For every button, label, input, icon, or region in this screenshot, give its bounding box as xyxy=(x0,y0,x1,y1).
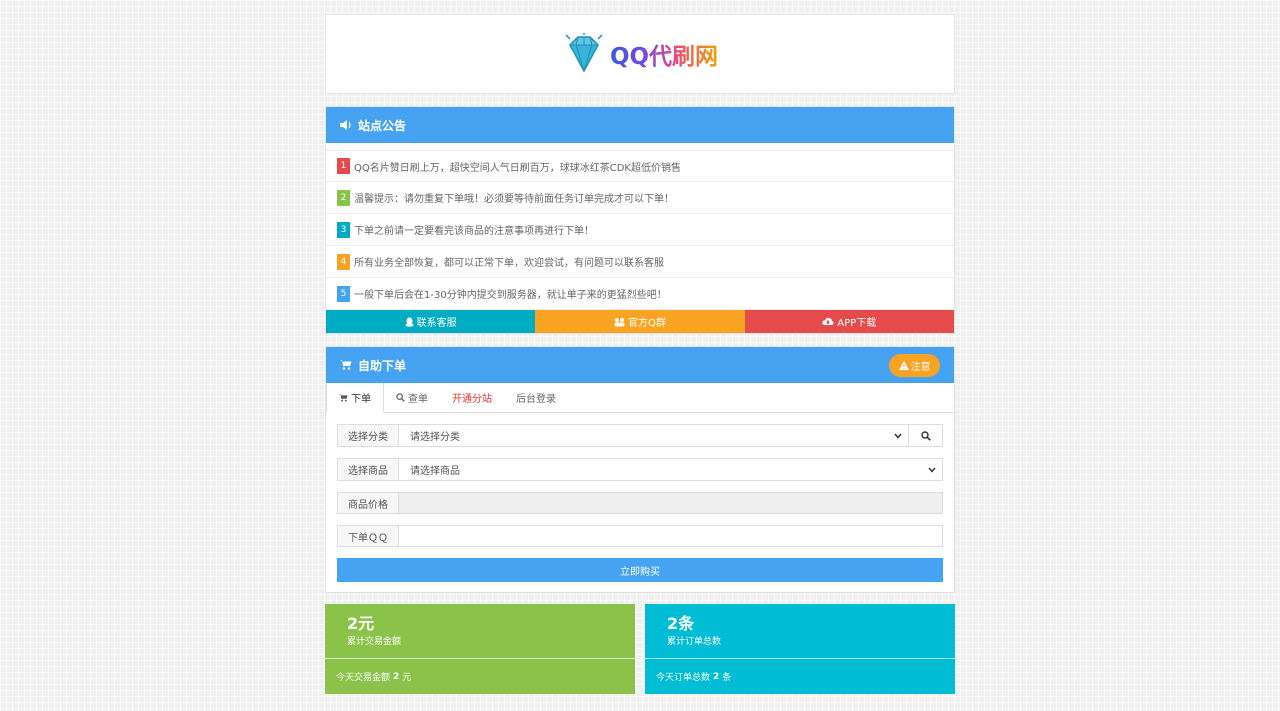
today-orders-value: 2 xyxy=(713,671,720,682)
product-select-value: 请选择商品 xyxy=(410,466,460,477)
site-logo-text: QQ代刷网 xyxy=(610,37,718,71)
notice-panel: 站点公告 1 QQ名片赞日刷上万，超快空间人气日刷百万，球球冰红茶CDK超低价销… xyxy=(325,106,955,334)
warning-icon xyxy=(898,361,909,370)
notice-button-row: 联系客服 官方Q群 APP下载 xyxy=(326,310,954,333)
tab-query-order[interactable]: 查单 xyxy=(384,383,440,412)
notice-number-badge: 1 xyxy=(337,158,350,174)
header-panel: QQ代刷网 xyxy=(325,14,955,94)
app-download-label: APP下载 xyxy=(837,318,877,329)
category-label: 选择分类 xyxy=(338,425,399,446)
order-header: 自助下单 注意 xyxy=(326,347,954,383)
tab-place-order-label: 下单 xyxy=(351,394,371,405)
price-row: 商品价格 xyxy=(337,492,943,514)
official-qq-group-button[interactable]: 官方Q群 xyxy=(535,310,745,333)
product-select[interactable]: 请选择商品 xyxy=(399,459,942,480)
chevron-down-icon xyxy=(894,433,902,439)
qq-row: 下单ＱＱ xyxy=(337,525,943,547)
tab-admin-login[interactable]: 后台登录 xyxy=(504,383,568,412)
notice-text: QQ名片赞日刷上万，超快空间人气日刷百万，球球冰红茶CDK超低价销售 xyxy=(354,162,681,174)
cloud-download-icon xyxy=(822,317,834,325)
order-form: 选择分类 请选择分类 选择商品 请选择商品 商品价格 下单ＱＱ 立即购买 xyxy=(326,413,954,592)
notice-header: 站点公告 xyxy=(326,107,954,143)
notice-list: 1 QQ名片赞日刷上万，超快空间人气日刷百万，球球冰红茶CDK超低价销售 2 温… xyxy=(326,150,954,310)
notice-item: 5 一般下单后会在1-30分钟内提交到服务器，就让单子来的更猛烈些吧！ xyxy=(326,278,954,310)
total-orders-label: 累计订单总数 xyxy=(667,637,722,647)
qq-penguin-icon xyxy=(405,316,414,327)
shopping-cart-icon xyxy=(340,360,352,370)
price-field xyxy=(399,493,942,513)
total-amount-top: 2元 累计交易金额 xyxy=(325,604,635,659)
total-amount-card: 2元 累计交易金额 今天交易金额 2 元 xyxy=(325,604,635,694)
tab-open-substation[interactable]: 开通分站 xyxy=(440,383,504,412)
order-panel: 自助下单 注意 下单 查单 开通分站 后台登录 选择分类 请选择分类 选择商品 … xyxy=(325,346,955,593)
order-tabs: 下单 查单 开通分站 后台登录 xyxy=(326,383,954,413)
stats-row: 2元 累计交易金额 今天交易金额 2 元 2条 累计订单总数 今天订单总数 2 … xyxy=(325,604,955,694)
order-title: 自助下单 xyxy=(358,358,407,373)
today-amount-unit: 元 xyxy=(402,673,412,683)
category-select-value: 请选择分类 xyxy=(410,432,460,443)
notice-item: 2 温馨提示：请勿重复下单哦！必须要等待前面任务订单完成才可以下单！ xyxy=(326,182,954,214)
total-orders-value: 2条 xyxy=(667,614,695,633)
total-amount-label: 累计交易金额 xyxy=(347,637,402,647)
product-row: 选择商品 请选择商品 xyxy=(337,458,943,481)
notice-text: 下单之前请一定要看完该商品的注意事项再进行下单！ xyxy=(354,226,594,237)
diamond-icon xyxy=(565,33,603,73)
notice-text: 一般下单后会在1-30分钟内提交到服务器，就让单子来的更猛烈些吧！ xyxy=(354,290,667,301)
product-label: 选择商品 xyxy=(338,459,399,480)
search-icon xyxy=(920,430,931,441)
today-amount: 今天交易金额 2 元 xyxy=(325,659,635,694)
today-orders: 今天订单总数 2 条 xyxy=(645,659,955,694)
users-icon xyxy=(614,317,625,326)
today-amount-label: 今天交易金额 xyxy=(336,673,391,683)
site-logo[interactable]: QQ代刷网 xyxy=(562,33,718,75)
notice-number-badge: 5 xyxy=(337,285,350,302)
category-search-button[interactable] xyxy=(908,425,942,446)
qq-input[interactable] xyxy=(399,526,942,546)
chevron-down-icon xyxy=(928,467,936,473)
contact-support-button[interactable]: 联系客服 xyxy=(326,310,536,333)
notice-warning-button[interactable]: 注意 xyxy=(889,354,940,377)
today-orders-label: 今天订单总数 xyxy=(656,673,711,683)
notice-title: 站点公告 xyxy=(358,118,407,133)
notice-number-badge: 4 xyxy=(337,253,350,270)
notice-item: 1 QQ名片赞日刷上万，超快空间人气日刷百万，球球冰红茶CDK超低价销售 xyxy=(326,150,954,182)
notice-text: 所有业务全部恢复，都可以正常下单，欢迎尝试，有问题可以联系客服 xyxy=(354,258,664,269)
today-amount-value: 2 xyxy=(393,671,400,682)
tab-admin-login-label: 后台登录 xyxy=(516,394,556,405)
contact-support-label: 联系客服 xyxy=(416,318,457,329)
category-row: 选择分类 请选择分类 xyxy=(337,424,943,447)
volume-icon xyxy=(340,120,351,130)
tab-place-order[interactable]: 下单 xyxy=(326,383,384,413)
notice-warning-label: 注意 xyxy=(910,362,931,373)
shopping-cart-icon xyxy=(339,393,348,402)
notice-item: 4 所有业务全部恢复，都可以正常下单，欢迎尝试，有问题可以联系客服 xyxy=(326,246,954,278)
notice-item: 3 下单之前请一定要看完该商品的注意事项再进行下单！ xyxy=(326,214,954,246)
notice-number-badge: 2 xyxy=(337,189,350,206)
total-orders-card: 2条 累计订单总数 今天订单总数 2 条 xyxy=(645,604,955,694)
today-orders-unit: 条 xyxy=(722,673,732,683)
notice-text: 温馨提示：请勿重复下单哦！必须要等待前面任务订单完成才可以下单！ xyxy=(354,194,674,205)
notice-number-badge: 3 xyxy=(337,221,350,238)
search-icon xyxy=(396,393,405,402)
qq-label: 下单ＱＱ xyxy=(338,526,399,546)
total-amount-value: 2元 xyxy=(347,614,375,633)
page-container: QQ代刷网 站点公告 1 QQ名片赞日刷上万，超快空间人气日刷百万，球球冰红茶C… xyxy=(325,14,955,694)
total-orders-top: 2条 累计订单总数 xyxy=(645,604,955,659)
tab-open-substation-label: 开通分站 xyxy=(452,394,492,405)
official-qq-group-label: 官方Q群 xyxy=(628,318,666,329)
app-download-button[interactable]: APP下载 xyxy=(744,310,954,333)
buy-now-button[interactable]: 立即购买 xyxy=(337,558,943,582)
category-select[interactable]: 请选择分类 xyxy=(399,425,908,446)
price-label: 商品价格 xyxy=(338,493,399,513)
tab-query-order-label: 查单 xyxy=(408,394,428,405)
